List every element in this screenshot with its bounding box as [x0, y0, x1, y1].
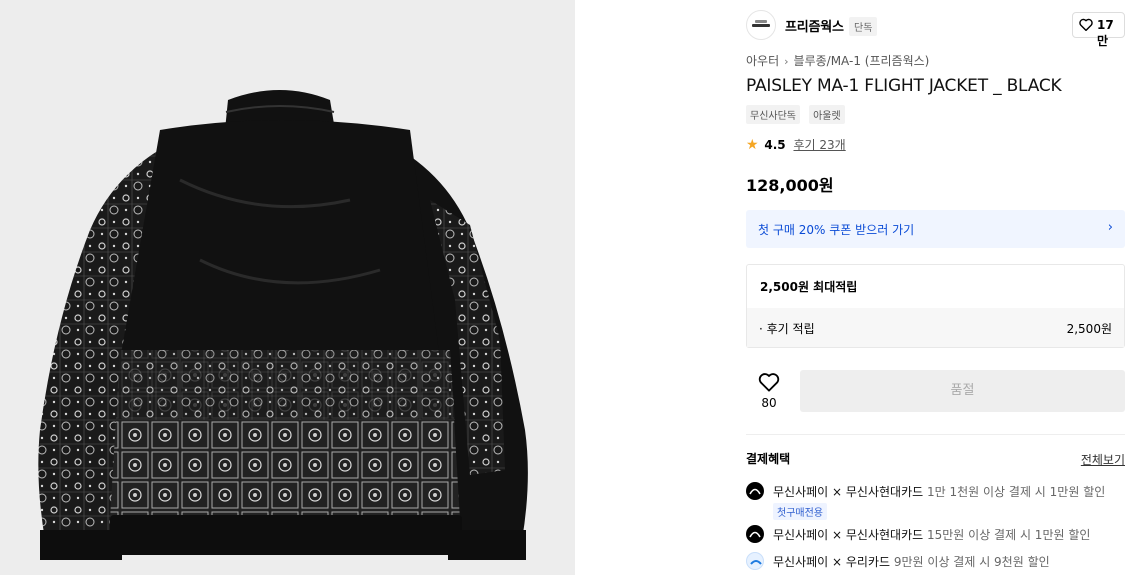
- points-row-value: 2,500원: [1066, 322, 1112, 336]
- points-box: 2,500원 최대적립 · 후기 적립 2,500원: [746, 264, 1125, 348]
- product-image[interactable]: [0, 0, 575, 575]
- coupon-text: 첫 구매 20% 쿠폰 받으러 가기: [758, 223, 915, 237]
- product-title: PAISLEY MA-1 FLIGHT JACKET _ BLACK: [746, 76, 1062, 96]
- brand-exclusive-tag: 단독: [849, 17, 878, 36]
- benefit-tag: 첫구매전용: [773, 503, 827, 520]
- rating-row: ★ 4.5 후기 23개: [746, 136, 846, 153]
- soldout-button[interactable]: 품절: [800, 370, 1125, 412]
- points-max-header: 2,500원 최대적립: [760, 280, 858, 294]
- payment-benefits-title: 결제혜택: [746, 452, 791, 466]
- rating-score: 4.5: [764, 138, 786, 152]
- star-icon: ★: [746, 137, 759, 153]
- wishlist-count: 80: [761, 396, 777, 410]
- product-info-panel: 프리즘웍스 단독 17만 아우터 › 블루종/MA-1 (프리즘웍스) PAISLE…: [746, 0, 1125, 575]
- breadcrumb-category[interactable]: 아우터: [746, 54, 779, 68]
- breadcrumb: 아우터 › 블루종/MA-1 (프리즘웍스): [746, 52, 929, 69]
- view-all-benefits-link[interactable]: 전체보기: [1081, 451, 1125, 468]
- jacket-image: [0, 0, 575, 575]
- product-badges: 무신사단독 아울렛: [746, 104, 849, 124]
- brand-like-button[interactable]: 17만: [1072, 12, 1125, 48]
- points-row-label: · 후기 적립: [759, 322, 815, 336]
- divider: [746, 434, 1125, 435]
- chevron-right-icon: ›: [1107, 220, 1113, 235]
- brand-like-count: 17만: [1097, 18, 1114, 48]
- brand-logo[interactable]: [746, 10, 776, 40]
- reviews-link[interactable]: 후기 23개: [793, 138, 845, 152]
- brand-row: 프리즘웍스 단독 17만: [746, 10, 1125, 48]
- badge-exclusive: 무신사단독: [746, 105, 800, 124]
- benefit-text: 무신사페이 × 무신사현대카드 15만원 이상 결제 시 1만원 할인: [773, 528, 1091, 542]
- gallery-gap: [575, 0, 730, 575]
- heart-icon: [1079, 18, 1093, 31]
- breadcrumb-subcategory[interactable]: 블루종/MA-1 (프리즘웍스): [794, 54, 930, 68]
- badge-outlet: 아울렛: [809, 105, 845, 124]
- musinsa-pay-icon: [746, 482, 764, 500]
- woori-card-icon: [746, 552, 764, 570]
- wishlist-button[interactable]: 80: [746, 370, 792, 412]
- chevron-right-icon: ›: [784, 55, 789, 68]
- brand-name[interactable]: 프리즘웍스: [785, 16, 844, 35]
- benefit-text: 무신사페이 × 우리카드 9만원 이상 결제 시 9천원 할인: [773, 555, 1050, 569]
- musinsa-pay-icon: [746, 525, 764, 543]
- points-review-row: · 후기 적립 2,500원: [747, 308, 1124, 347]
- first-purchase-coupon-banner[interactable]: 첫 구매 20% 쿠폰 받으러 가기 ›: [746, 210, 1125, 248]
- benefit-text: 무신사페이 × 무신사현대카드 1만 1천원 이상 결제 시 1만원 할인: [773, 485, 1106, 499]
- product-price: 128,000원: [746, 176, 834, 195]
- heart-icon: [758, 373, 780, 392]
